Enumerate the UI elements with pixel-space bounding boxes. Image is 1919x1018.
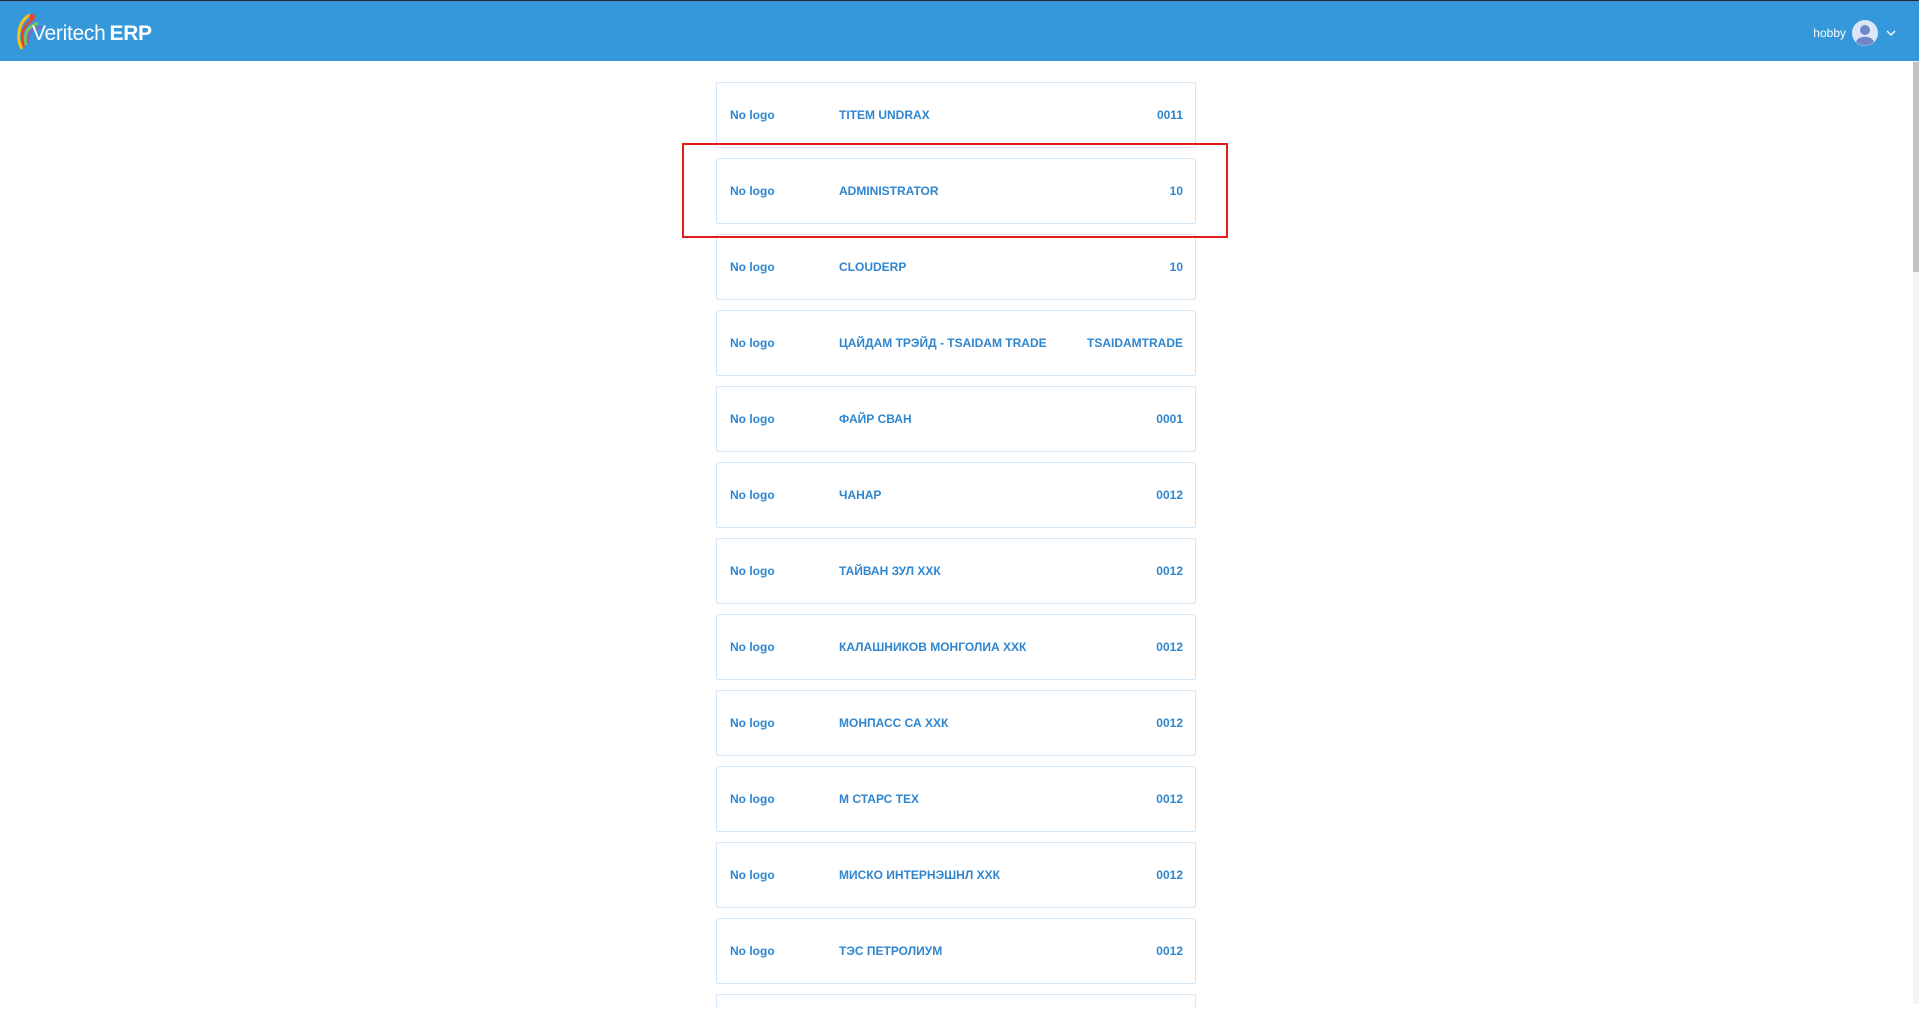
company-row[interactable]: No logo ТЭС ПЕТРОЛИУМ 0012 <box>716 918 1196 984</box>
product-name: ERP <box>109 22 152 45</box>
chevron-down-icon <box>1886 30 1896 36</box>
company-name: МОНПАСС СА ХХК <box>839 716 949 730</box>
company-logo-placeholder: No logo <box>730 640 775 654</box>
company-name: ЦАЙДАМ ТРЭЙД - TSAIDAM TRADE <box>839 336 1047 350</box>
company-code: 0001 <box>1156 412 1183 426</box>
company-name: CLOUDERP <box>839 260 907 274</box>
company-logo-placeholder: No logo <box>730 108 775 122</box>
company-code: 10 <box>1169 184 1183 198</box>
veritech-erp-logo[interactable]: Veritech ERP <box>16 11 152 53</box>
company-row[interactable]: No logo М СТАРС ТЕХ 0012 <box>716 766 1196 832</box>
logo-text: Veritech ERP <box>32 22 152 46</box>
company-row[interactable]: No logo ЦАЙДАМ ТРЭЙД - TSAIDAM TRADE TSA… <box>716 310 1196 376</box>
company-row[interactable]: No logo МОНПАСС СА ХХК 0012 <box>716 690 1196 756</box>
company-list: No logo TITEM UNDRAX 0011 No logo ADMINI… <box>716 82 1196 1018</box>
company-row[interactable]: No logo ЧАНАР 0012 <box>716 462 1196 528</box>
company-name: КАЛАШНИКОВ МОНГОЛИА ХХК <box>839 640 1027 654</box>
company-name: ТАЙВАН ЗУЛ ХХК <box>839 564 941 578</box>
user-avatar-icon <box>1852 20 1878 46</box>
company-name: МИСКО ИНТЕРНЭШНЛ ХХК <box>839 868 1000 882</box>
company-code: 0012 <box>1156 792 1183 806</box>
company-logo-placeholder: No logo <box>730 792 775 806</box>
company-logo-placeholder: No logo <box>730 944 775 958</box>
brand-name: Veritech <box>32 22 106 45</box>
company-row[interactable]: No logo КАЛАШНИКОВ МОНГОЛИА ХХК 0012 <box>716 614 1196 680</box>
company-logo-placeholder: No logo <box>730 184 775 198</box>
company-logo-placeholder: No logo <box>730 716 775 730</box>
company-logo-placeholder: No logo <box>730 412 775 426</box>
company-logo-placeholder: No logo <box>730 868 775 882</box>
company-code: 0012 <box>1156 488 1183 502</box>
company-code: 0012 <box>1156 868 1183 882</box>
company-code: 0011 <box>1156 108 1183 122</box>
company-row[interactable]: No logo МИСКО ИНТЕРНЭШНЛ ХХК 0012 <box>716 842 1196 908</box>
company-logo-placeholder: No logo <box>730 564 775 578</box>
scrollbar-thumb[interactable] <box>1913 62 1919 272</box>
company-code: 0012 <box>1156 716 1183 730</box>
company-row[interactable]: No logo ФАЙР СВАН 0001 <box>716 386 1196 452</box>
company-name: TITEM UNDRAX <box>839 108 930 122</box>
top-bar: Veritech ERP hobby <box>0 0 1919 61</box>
company-name: ADMINISTRATOR <box>839 184 939 198</box>
company-name: ФАЙР СВАН <box>839 412 912 426</box>
user-name: hobby <box>1813 26 1846 40</box>
company-name: М СТАРС ТЕХ <box>839 792 919 806</box>
company-code: 0012 <box>1156 564 1183 578</box>
company-code: 0012 <box>1156 640 1183 654</box>
company-code: 0012 <box>1156 944 1183 958</box>
company-row[interactable]: No logo CLOUDERP 10 <box>716 234 1196 300</box>
company-row-partial[interactable] <box>716 994 1196 1008</box>
company-code: TSAIDAMTRADE <box>1087 336 1183 350</box>
user-menu[interactable]: hobby <box>1813 20 1896 46</box>
company-row[interactable]: No logo ADMINISTRATOR 10 <box>716 158 1196 224</box>
company-logo-placeholder: No logo <box>730 488 775 502</box>
company-logo-placeholder: No logo <box>730 260 775 274</box>
company-row[interactable]: No logo TITEM UNDRAX 0011 <box>716 82 1196 148</box>
company-name: ЧАНАР <box>839 488 882 502</box>
company-logo-placeholder: No logo <box>730 336 775 350</box>
company-row[interactable]: No logo ТАЙВАН ЗУЛ ХХК 0012 <box>716 538 1196 604</box>
company-name: ТЭС ПЕТРОЛИУМ <box>839 944 943 958</box>
company-code: 10 <box>1169 260 1183 274</box>
